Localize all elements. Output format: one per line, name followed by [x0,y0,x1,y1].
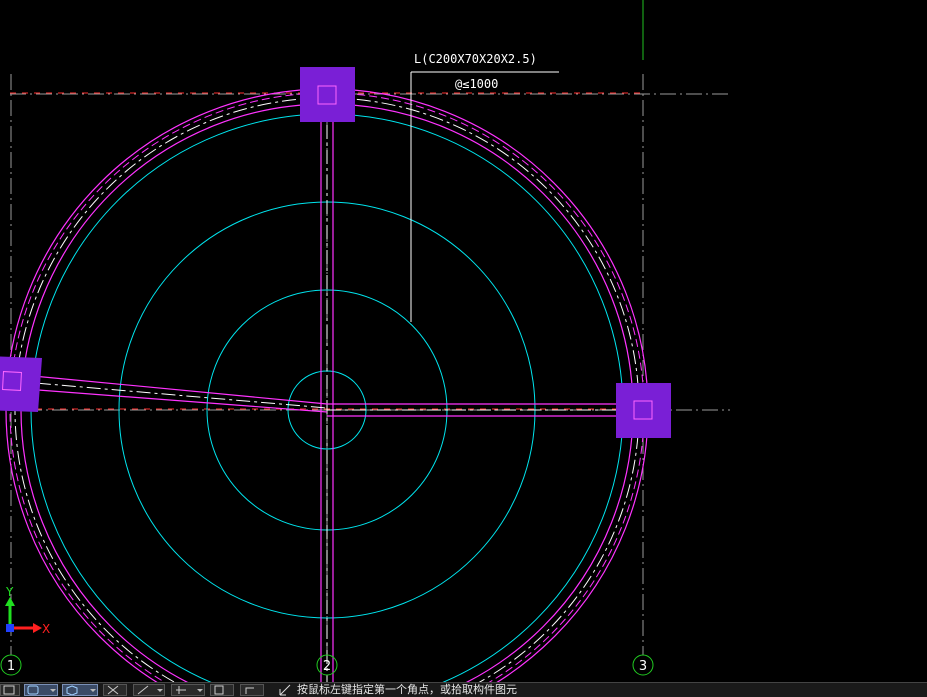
box-select-icon [27,685,39,695]
align-button[interactable] [171,684,205,696]
chevron-down-icon [50,689,56,692]
cad-drawing-canvas[interactable]: L(C200X70X20X2.5) @≤1000 1 2 3 Y X [0,0,927,682]
cursor-hint-icon [279,684,291,696]
axis-bubble-1[interactable]: 1 [0,654,22,676]
column-right[interactable] [616,383,671,438]
bottom-toolbar: 按鼠标左键指定第一个角点，或拾取构件图元 [0,682,927,697]
delete-button[interactable] [103,684,127,696]
select-button[interactable] [0,684,20,696]
ucs-icon: Y X [5,585,50,636]
svg-text:1: 1 [7,659,15,674]
select-icon [3,685,15,695]
annotation-line2: @≤1000 [455,77,498,91]
annotation-line1: L(C200X70X20X2.5) [414,52,537,66]
delete-icon [107,685,119,695]
slanted-beam-left[interactable] [11,373,328,413]
align-icon [176,686,186,694]
copy-icon [214,685,224,695]
column-left[interactable] [0,356,42,412]
line-draw-button[interactable] [133,684,165,696]
annotation-leader [410,71,559,322]
copy-button[interactable] [210,684,234,696]
ucs-y-label: Y [5,585,14,599]
axis-line-top [10,92,730,95]
svg-text:2: 2 [323,659,331,674]
axis-bubble-3[interactable]: 3 [632,654,654,676]
chevron-down-icon [157,689,163,692]
rotate-icon [245,687,254,694]
column-top[interactable] [300,67,355,122]
rotate-button[interactable] [240,684,264,696]
status-prompt: 按鼠标左键指定第一个角点，或拾取构件图元 [297,683,517,696]
3d-view-button[interactable] [62,684,98,696]
box-select-button[interactable] [24,684,58,696]
chevron-down-icon [90,689,96,692]
chevron-down-icon [197,689,203,692]
svg-text:3: 3 [639,659,647,674]
3d-view-icon [66,685,78,695]
line-draw-icon [137,685,149,695]
ucs-x-label: X [42,622,50,636]
